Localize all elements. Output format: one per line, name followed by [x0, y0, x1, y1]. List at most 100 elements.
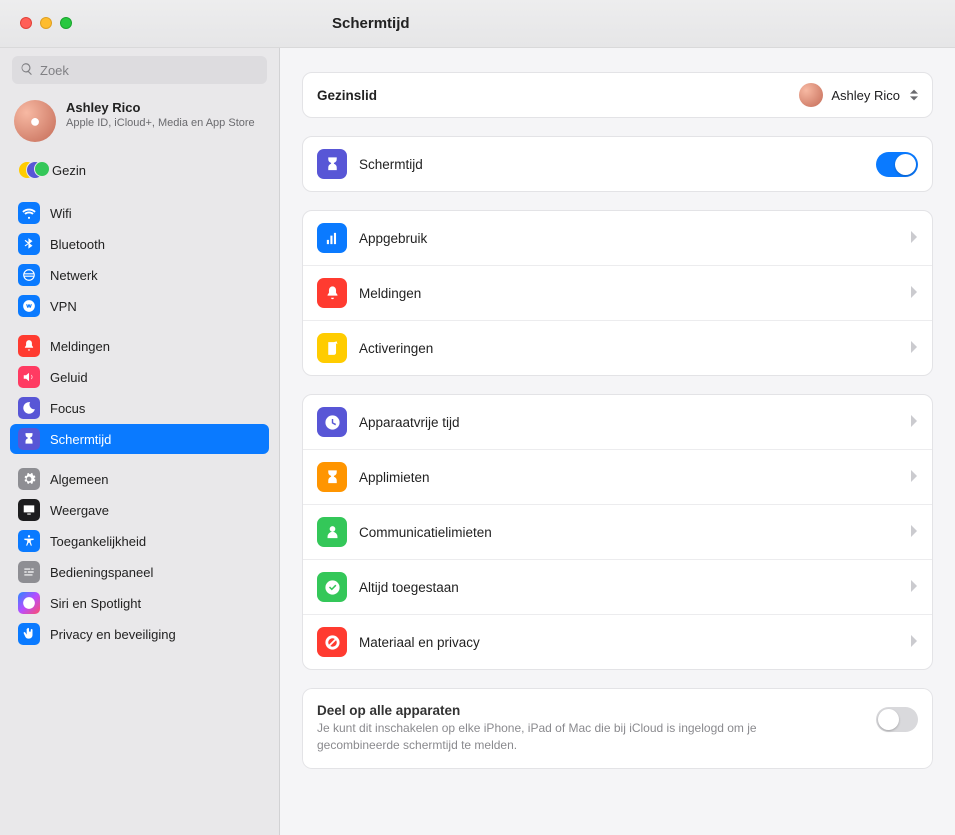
sound-icon [18, 366, 40, 388]
screentime-toggle[interactable] [876, 152, 918, 177]
pickup-icon [317, 333, 347, 363]
hourglass-icon [18, 428, 40, 450]
sidebar-item-geluid[interactable]: Geluid [10, 362, 269, 392]
hand-icon [18, 623, 40, 645]
close-window-button[interactable] [20, 17, 32, 29]
chevron-right-icon [910, 415, 918, 430]
sidebar-item-label: Bedieningspaneel [50, 565, 153, 580]
sidebar-item-schermtijd[interactable]: Schermtijd [10, 424, 269, 454]
sidebar-item-siri[interactable]: Siri en Spotlight [10, 588, 269, 618]
chevron-right-icon [910, 470, 918, 485]
page-title: Schermtijd [332, 15, 410, 32]
search-icon [20, 62, 40, 79]
sidebar-item-label: Schermtijd [50, 432, 111, 447]
chevron-right-icon [910, 341, 918, 356]
row-commlimits[interactable]: Communicatielimieten [303, 504, 932, 559]
row-label: Apparaatvrije tijd [359, 415, 910, 430]
chevron-right-icon [910, 580, 918, 595]
minimize-window-button[interactable] [40, 17, 52, 29]
sidebar-item-label: Meldingen [50, 339, 110, 354]
row-label: Communicatielimieten [359, 525, 910, 540]
limits-group-card: Apparaatvrije tijd Applimieten Communica… [302, 394, 933, 670]
content-area: Gezinslid Ashley Rico Schermtijd Appgebr… [280, 48, 955, 835]
chevron-right-icon [910, 231, 918, 246]
row-label: Altijd toegestaan [359, 580, 910, 595]
sidebar-item-gezin[interactable]: Gezin [10, 153, 269, 187]
sidebar-item-label: Siri en Spotlight [50, 596, 141, 611]
sidebar-item-label: Bluetooth [50, 237, 105, 252]
bluetooth-icon [18, 233, 40, 255]
sidebar-item-label: Gezin [52, 163, 86, 178]
share-description: Je kunt dit inschakelen op elke iPhone, … [317, 720, 837, 754]
wifi-icon [18, 202, 40, 224]
sidebar-item-bluetooth[interactable]: Bluetooth [10, 229, 269, 259]
zoom-window-button[interactable] [60, 17, 72, 29]
bars-icon [317, 223, 347, 253]
sidebar-item-vpn[interactable]: VPN [10, 291, 269, 321]
popup-chevron-icon [910, 89, 918, 101]
sidebar-item-toegankelijkheid[interactable]: Toegankelijkheid [10, 526, 269, 556]
sidebar-item-label: Focus [50, 401, 85, 416]
sidebar: ● Ashley Rico Apple ID, iCloud+, Media e… [0, 48, 280, 835]
search-field[interactable] [12, 56, 267, 84]
nosign-icon [317, 627, 347, 657]
bell-icon [317, 278, 347, 308]
row-label: Applimieten [359, 470, 910, 485]
sidebar-item-bedieningspaneel[interactable]: Bedieningspaneel [10, 557, 269, 587]
moon-icon [18, 397, 40, 419]
row-meldingen[interactable]: Meldingen [303, 265, 932, 320]
row-allowed[interactable]: Altijd toegestaan [303, 559, 932, 614]
row-label: Activeringen [359, 341, 910, 356]
display-icon [18, 499, 40, 521]
share-title: Deel op alle apparaten [317, 703, 876, 718]
chevron-right-icon [910, 635, 918, 650]
sidebar-item-label: Privacy en beveiliging [50, 627, 176, 642]
sidebar-item-algemeen[interactable]: Algemeen [10, 464, 269, 494]
row-applimits[interactable]: Applimieten [303, 449, 932, 504]
row-label: Materiaal en privacy [359, 635, 910, 650]
family-member-selector[interactable]: Ashley Rico [799, 83, 918, 107]
vpn-icon [18, 295, 40, 317]
sidebar-item-label: Toegankelijkheid [50, 534, 146, 549]
sidebar-item-label: Geluid [50, 370, 88, 385]
family-icon [18, 160, 42, 180]
search-input[interactable] [40, 63, 259, 78]
row-activeringen[interactable]: Activeringen [303, 320, 932, 375]
sidebar-item-label: Algemeen [50, 472, 109, 487]
row-appgebruik[interactable]: Appgebruik [303, 211, 932, 265]
siri-icon [18, 592, 40, 614]
sidebar-item-label: Wifi [50, 206, 72, 221]
sidebar-item-netwerk[interactable]: Netwerk [10, 260, 269, 290]
sidebar-item-weergave[interactable]: Weergave [10, 495, 269, 525]
chevron-right-icon [910, 525, 918, 540]
hourglass-icon [317, 149, 347, 179]
account-row[interactable]: ● Ashley Rico Apple ID, iCloud+, Media e… [0, 94, 279, 152]
check-icon [317, 572, 347, 602]
screentime-toggle-card: Schermtijd [302, 136, 933, 192]
window-controls [20, 17, 72, 29]
globe-icon [18, 264, 40, 286]
member-avatar [799, 83, 823, 107]
account-avatar: ● [14, 100, 56, 142]
row-content[interactable]: Materiaal en privacy [303, 614, 932, 669]
sidebar-item-focus[interactable]: Focus [10, 393, 269, 423]
share-toggle[interactable] [876, 707, 918, 732]
share-across-devices-row: Deel op alle apparaten Je kunt dit insch… [302, 688, 933, 769]
account-subtitle: Apple ID, iCloud+, Media en App Store [66, 116, 255, 130]
row-downtime[interactable]: Apparaatvrije tijd [303, 395, 932, 449]
access-icon [18, 530, 40, 552]
sidebar-item-privacy[interactable]: Privacy en beveiliging [10, 619, 269, 649]
family-member-label: Gezinslid [317, 88, 799, 103]
member-name: Ashley Rico [831, 88, 900, 103]
sliders-icon [18, 561, 40, 583]
sidebar-item-wifi[interactable]: Wifi [10, 198, 269, 228]
row-label: Meldingen [359, 286, 910, 301]
row-label: Appgebruik [359, 231, 910, 246]
family-member-card: Gezinslid Ashley Rico [302, 72, 933, 118]
usage-group-card: Appgebruik Meldingen Activeringen [302, 210, 933, 376]
clock-icon [317, 407, 347, 437]
hourglass-icon [317, 462, 347, 492]
sidebar-item-meldingen[interactable]: Meldingen [10, 331, 269, 361]
screentime-row-label: Schermtijd [359, 157, 876, 172]
chevron-right-icon [910, 286, 918, 301]
